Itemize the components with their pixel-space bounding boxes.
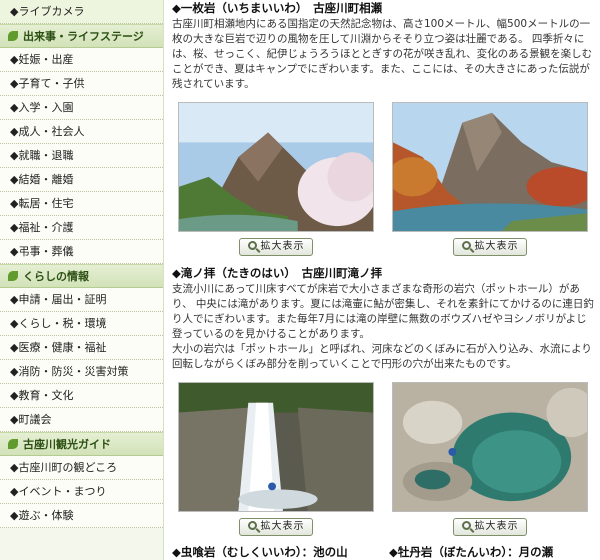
section-body: 支流小川にあって川床すべてが床岩で大小さまざまな奇形の岩穴（ポットホール）があり…	[172, 282, 594, 372]
sidebar-item-marriage[interactable]: ◆結婚・離婚	[0, 168, 163, 192]
section-bottom-titles: ◆虫喰岩（むしくいいわ）：池の山 ◆牡丹岩（ぼたんいわ）：月の瀬	[172, 544, 594, 560]
photo-takinohai-waterfall	[178, 382, 374, 512]
section-title: ◆滝ノ拝（たきのはい） 古座川町滝ノ拝	[172, 266, 383, 280]
section-body: 古座川町相瀬地内にある国指定の天然記念物は、高さ100メートル、幅500メートル…	[172, 18, 593, 90]
photo-ichimaiiwa-autumn	[392, 102, 588, 232]
sidebar-item-employment[interactable]: ◆就職・退職	[0, 144, 163, 168]
sidebar-item-medical[interactable]: ◆医療・健康・福祉	[0, 336, 163, 360]
leaf-icon	[8, 271, 18, 281]
sidebar-item-disaster[interactable]: ◆消防・防災・災害対策	[0, 360, 163, 384]
magnifier-icon	[247, 241, 257, 250]
sidebar-item-applications[interactable]: ◆申請・届出・証明	[0, 288, 163, 312]
sidebar-item-moving[interactable]: ◆転居・住宅	[0, 192, 163, 216]
sidebar-item-welfare[interactable]: ◆福祉・介護	[0, 216, 163, 240]
main-content: ◆一枚岩（いちまいいわ） 古座川町相瀬 古座川町相瀬地内にある国指定の天然記念物…	[172, 0, 594, 560]
section-paragraph: 大小の岩穴は「ポットホール」と呼ばれ、河床などのくぼみに石が入り込み、水流により…	[172, 343, 592, 370]
sidebar-item-live-camera[interactable]: ◆ライブカメラ	[0, 0, 163, 24]
sidebar-item-sights[interactable]: ◆古座川町の観どころ	[0, 456, 163, 480]
leaf-icon	[8, 439, 18, 449]
photo-takinohai-potholes	[392, 382, 588, 512]
sidebar-item-adulthood[interactable]: ◆成人・社会人	[0, 120, 163, 144]
sidebar: ◆ライブカメラ 出来事・ライフステージ ◆妊娠・出産 ◆子育て・子供 ◆入学・入…	[0, 0, 164, 560]
magnifier-icon	[247, 521, 257, 530]
sidebar-item-childcare[interactable]: ◆子育て・子供	[0, 72, 163, 96]
leaf-icon	[8, 31, 18, 41]
sidebar-item-funeral[interactable]: ◆弔事・葬儀	[0, 240, 163, 264]
sidebar-heading-living-info: くらしの情報	[0, 264, 163, 288]
zoom-button[interactable]: 拡大表示	[453, 238, 527, 256]
photo-row-takinohai: 拡大表示 拡大表示	[172, 382, 594, 536]
sidebar-item-education[interactable]: ◆教育・文化	[0, 384, 163, 408]
sidebar-heading-life-stage: 出来事・ライフステージ	[0, 24, 163, 48]
section-title: ◆一枚岩（いちまいいわ） 古座川町相瀬	[172, 1, 383, 15]
photo-ichimaiiwa-spring	[178, 102, 374, 232]
sidebar-item-assembly[interactable]: ◆町議会	[0, 408, 163, 432]
section-title-mushikuiiwa: ◆虫喰岩（むしくいいわ）：池の山	[172, 545, 348, 559]
photo-row-ichimaiiwa: 拡大表示 拡大表示	[172, 102, 594, 256]
sidebar-heading-label: 出来事・ライフステージ	[23, 30, 144, 43]
sidebar-item-pregnancy[interactable]: ◆妊娠・出産	[0, 48, 163, 72]
magnifier-icon	[461, 241, 471, 250]
zoom-label: 拡大表示	[260, 241, 305, 252]
sidebar-heading-label: くらしの情報	[23, 270, 89, 283]
section-ichimaiiwa: ◆一枚岩（いちまいいわ） 古座川町相瀬 古座川町相瀬地内にある国指定の天然記念物…	[172, 0, 594, 92]
sidebar-heading-label: 古座川観光ガイド	[23, 438, 111, 451]
sidebar-item-tax-environment[interactable]: ◆くらし・税・環境	[0, 312, 163, 336]
section-takinohai: ◆滝ノ拝（たきのはい） 古座川町滝ノ拝 支流小川にあって川床すべてが床岩で大小さ…	[172, 265, 594, 372]
zoom-label: 拡大表示	[474, 521, 519, 532]
magnifier-icon	[461, 521, 471, 530]
zoom-button[interactable]: 拡大表示	[239, 238, 313, 256]
section-paragraph: 支流小川にあって川床すべてが床岩で大小さまざまな奇形の岩穴（ポットホール）があり…	[172, 283, 594, 340]
zoom-label: 拡大表示	[260, 521, 305, 532]
zoom-button[interactable]: 拡大表示	[239, 518, 313, 536]
zoom-label: 拡大表示	[474, 241, 519, 252]
section-title-botaniwa: ◆牡丹岩（ぼたんいわ）：月の瀬	[389, 545, 554, 559]
sidebar-item-activities[interactable]: ◆遊ぶ・体験	[0, 504, 163, 528]
sidebar-item-events[interactable]: ◆イベント・まつり	[0, 480, 163, 504]
sidebar-item-enrollment[interactable]: ◆入学・入園	[0, 96, 163, 120]
zoom-button[interactable]: 拡大表示	[453, 518, 527, 536]
sidebar-heading-tourism: 古座川観光ガイド	[0, 432, 163, 456]
